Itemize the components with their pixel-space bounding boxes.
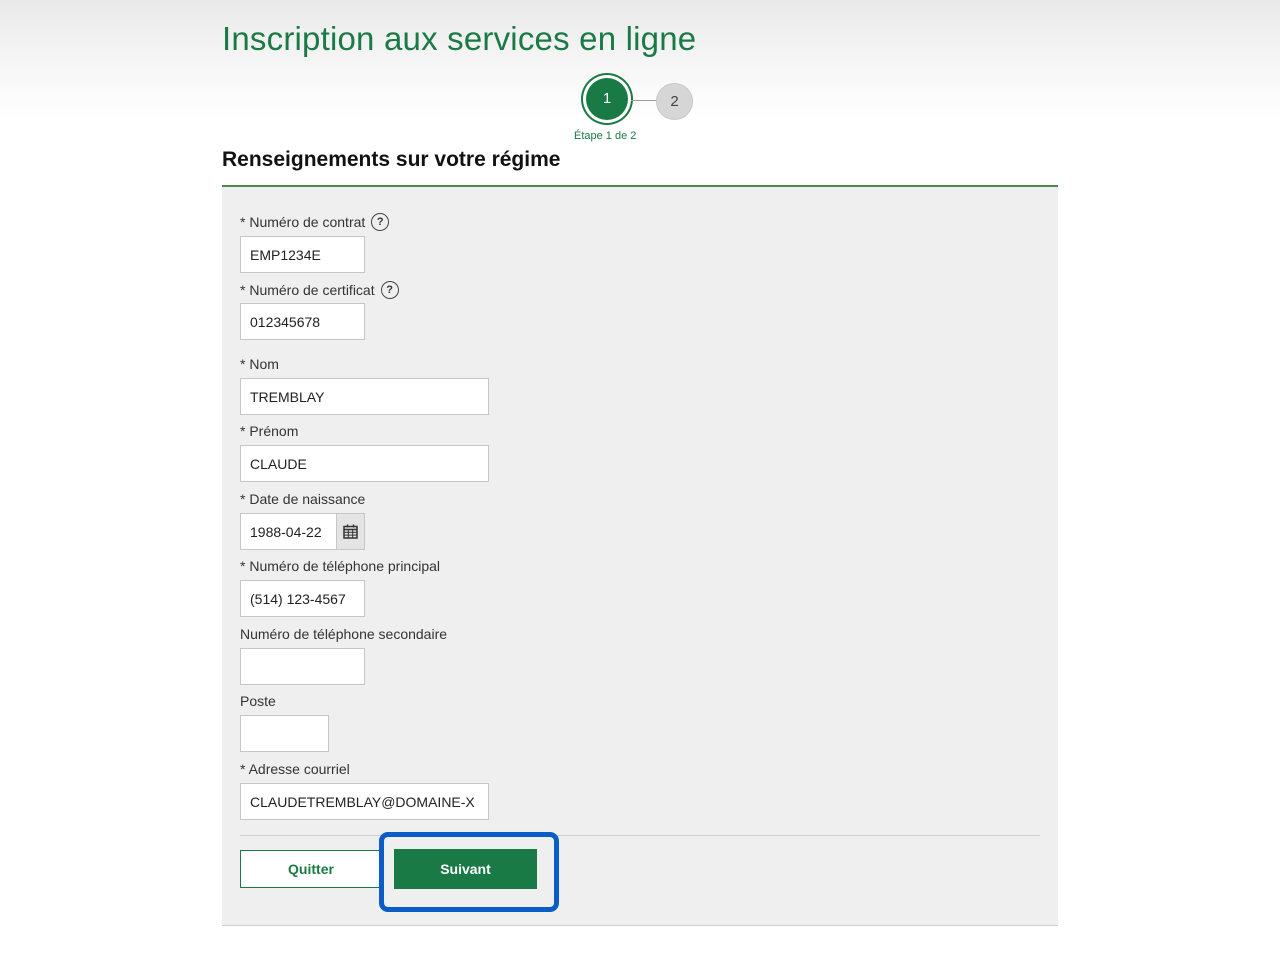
step-1-indicator: 1 <box>586 78 628 120</box>
step-connector <box>631 100 657 101</box>
last-name-input[interactable] <box>240 378 489 415</box>
form-panel: * Numéro de contrat ? * Numéro de certif… <box>222 185 1058 926</box>
birth-date-input[interactable] <box>240 513 337 550</box>
first-name-label: * Prénom <box>240 423 299 439</box>
first-name-input[interactable] <box>240 445 489 482</box>
certificate-label-text: * Numéro de certificat <box>240 282 375 298</box>
step-caption: Étape 1 de 2 <box>574 130 637 142</box>
birth-date-label: * Date de naissance <box>240 491 366 507</box>
extension-input[interactable] <box>240 715 329 752</box>
next-button[interactable]: Suivant <box>394 849 537 889</box>
certificate-label: * Numéro de certificat ? <box>240 281 399 299</box>
birth-date-field <box>240 513 365 550</box>
help-icon[interactable]: ? <box>371 213 390 231</box>
section-title: Renseignements sur votre régime <box>222 148 561 171</box>
certificate-number-input[interactable] <box>240 303 365 340</box>
contract-label: * Numéro de contrat ? <box>240 213 390 231</box>
phone-main-label: * Numéro de téléphone principal <box>240 558 441 574</box>
contract-number-input[interactable] <box>240 236 365 273</box>
quit-button[interactable]: Quitter <box>240 850 382 888</box>
last-name-label: * Nom <box>240 356 279 372</box>
phone-secondary-input[interactable] <box>240 648 365 685</box>
phone-secondary-label: Numéro de téléphone secondaire <box>240 626 448 642</box>
form-divider <box>240 835 1040 836</box>
phone-main-input[interactable] <box>240 580 365 617</box>
progress-stepper: 1 2 Étape 1 de 2 <box>540 78 740 144</box>
email-label: * Adresse courriel <box>240 761 350 777</box>
step-2-indicator: 2 <box>656 83 693 120</box>
page-title: Inscription aux services en ligne <box>222 20 697 57</box>
email-input[interactable] <box>240 783 489 820</box>
help-icon[interactable]: ? <box>380 281 399 299</box>
calendar-icon[interactable] <box>337 513 365 550</box>
contract-label-text: * Numéro de contrat <box>240 214 366 230</box>
extension-label: Poste <box>240 693 276 709</box>
